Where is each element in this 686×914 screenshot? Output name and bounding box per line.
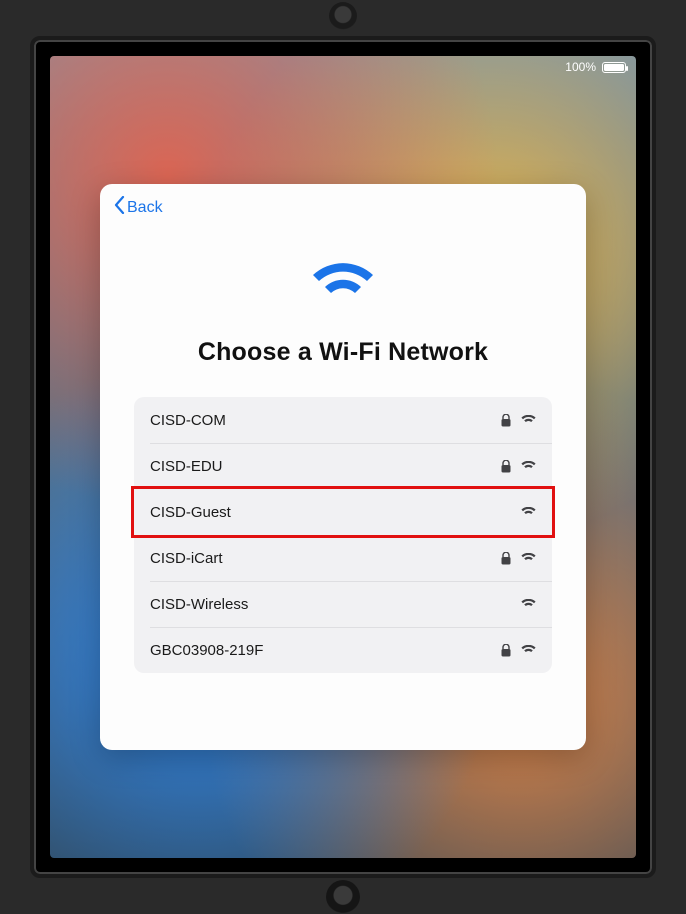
network-row[interactable]: CISD-iCart [134,535,552,581]
wifi-signal-icon [521,599,536,610]
modal-hero: Choose a Wi-Fi Network [100,231,586,387]
status-bar: 100% [565,60,626,74]
network-row[interactable]: CISD-Wireless [134,581,552,627]
network-row-highlighted[interactable]: CISD-Guest [134,489,552,535]
device-screen: 100% Back [50,56,636,858]
battery-percentage: 100% [565,60,596,74]
network-ssid: CISD-Guest [150,504,521,521]
modal-header: Back [100,184,586,231]
lock-icon [501,644,511,657]
device-frame: 100% Back [30,36,656,878]
device-case: 100% Back [0,0,686,914]
wifi-setup-modal: Back Choose a Wi-Fi Network [100,184,586,750]
back-label: Back [127,199,163,217]
network-row[interactable]: GBC03908-219F [134,627,552,673]
network-ssid: CISD-EDU [150,458,501,475]
lock-icon [501,460,511,473]
network-ssid: GBC03908-219F [150,642,501,659]
wifi-icon [311,263,375,314]
wifi-signal-icon [521,553,536,564]
wifi-signal-icon [521,461,536,472]
lock-icon [501,414,511,427]
network-ssid: CISD-COM [150,412,501,429]
network-ssid: CISD-Wireless [150,596,521,613]
battery-icon [602,62,626,73]
page-title: Choose a Wi-Fi Network [198,338,488,367]
back-button[interactable]: Back [114,196,163,219]
network-list: CISD-COM CISD-EDU [134,397,552,673]
wifi-signal-icon [521,507,536,518]
wifi-signal-icon [521,415,536,426]
network-ssid: CISD-iCart [150,550,501,567]
wifi-signal-icon [521,645,536,656]
network-row[interactable]: CISD-EDU [134,443,552,489]
network-row[interactable]: CISD-COM [134,397,552,443]
lock-icon [501,552,511,565]
chevron-left-icon [114,196,125,219]
